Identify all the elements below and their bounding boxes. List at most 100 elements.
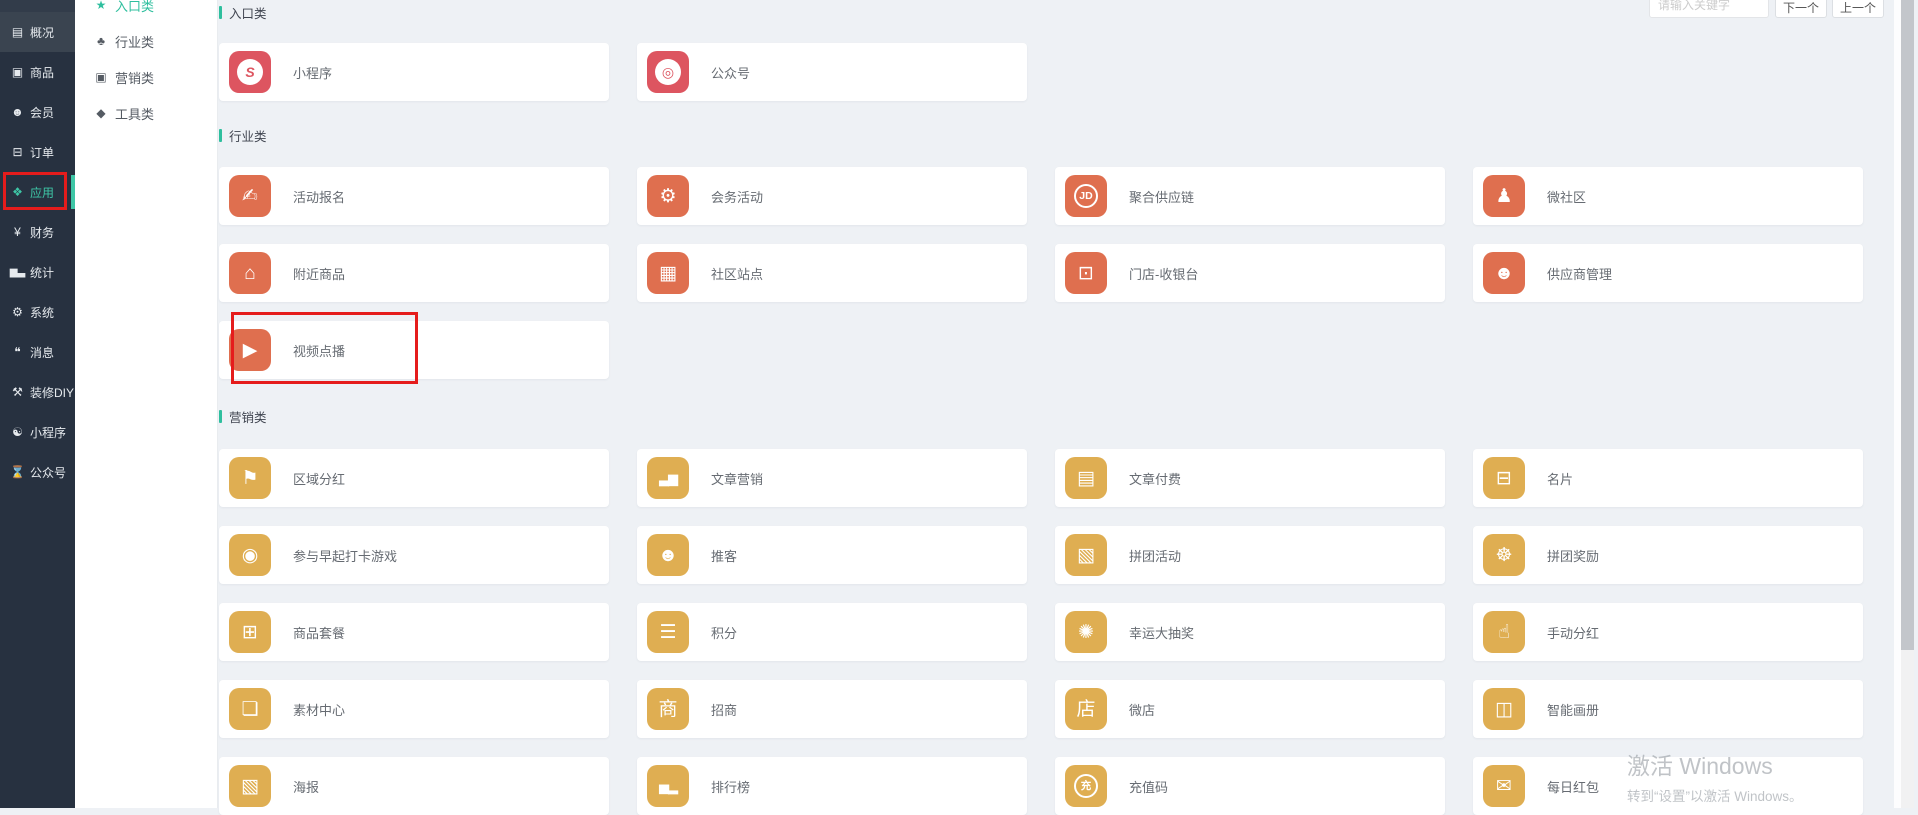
app-card-recharge-code[interactable]: 充充值码 [1055,757,1445,815]
section-grid-entry: S小程序 ◎公众号 [219,43,1879,101]
app-card-conference[interactable]: ⚙ 会务活动 [637,167,1027,225]
sidebar-item-stats[interactable]: ▆▃统计 [0,252,75,292]
app-card-weidian[interactable]: 店微店 [1055,680,1445,738]
sitemap-icon: ♣ [93,34,109,48]
app-card-label: 门店-收银台 [1129,264,1198,283]
app-card-article-marketing[interactable]: ▃▆文章营销 [637,449,1027,507]
sidebar-item-label: 订单 [30,144,54,161]
sidebar-item-mini-program[interactable]: ☯ 小程序 [0,412,75,452]
app-card-community-site[interactable]: ▦社区站点 [637,244,1027,302]
jd-cycle-icon-inner: JD [1074,184,1098,208]
bar-chart-icon: ▆▃ [9,267,26,278]
app-card-label: 公众号 [711,63,750,82]
open-book-icon: ◫ [1483,688,1525,730]
wechat-bubbles-icon: ☯ [9,425,26,439]
sidebar-item-members[interactable]: ☻会员 [0,92,75,132]
comment-icon: ❝ [9,345,26,359]
scrollbar-thumb[interactable] [1901,0,1914,650]
shang-char-icon-glyph: 商 [658,700,677,719]
shang-char-icon: 商 [647,688,689,730]
chong-char-icon-inner: 充 [1074,774,1098,798]
app-card-label: 智能画册 [1547,700,1599,719]
sidebar-item-messages[interactable]: ❝ 消息 [0,332,75,372]
app-card-daily-redpacket[interactable]: ✉ 每日红包 [1473,757,1863,815]
golf-flag-icon-glyph: ⚑ [241,469,258,488]
app-card-ranking[interactable]: ▅▂排行榜 [637,757,1027,815]
gear-icon: ⚙ [647,175,689,217]
app-card-zhaoshang[interactable]: 商招商 [637,680,1027,738]
sidebar-item-orders[interactable]: ⊟订单 [0,132,75,172]
app-card-manual-dividend[interactable]: ☝手动分红 [1473,603,1863,661]
picture-icon-glyph: ▧ [1077,546,1095,565]
app-card-material-center[interactable]: ❏素材中心 [219,680,609,738]
folder-icon: ❏ [229,688,271,730]
sidebar-item-apps[interactable]: ❖应用 [0,172,75,212]
app-card-morning-checkin[interactable]: ◉参与早起打卡游戏 [219,526,609,584]
content-right-gap [1894,0,1901,808]
app-card-label: 会务活动 [711,187,763,206]
app-card-video-on-demand[interactable]: ▶视频点播 [219,321,609,379]
app-card-region-dividend[interactable]: ⚑区域分红 [219,449,609,507]
hammer-icon: ⚒ [9,385,26,399]
app-card-lucky-draw[interactable]: ✺幸运大抽奖 [1055,603,1445,661]
app-card-mini-program[interactable]: S小程序 [219,43,609,101]
shopping-bag-pin-icon-glyph: ⌂ [244,264,255,283]
id-card-icon: ⊟ [1483,457,1525,499]
sidebar-item-diy[interactable]: ⚒装修DIY [0,372,75,412]
app-card-label: 商品套餐 [293,623,345,642]
app-card-article-pay[interactable]: ▤文章付费 [1055,449,1445,507]
category-item-industry[interactable]: ♣行业类 [75,23,217,59]
red-envelope-icon: ✉ [1483,765,1525,807]
category-item-entry[interactable]: ★入口类 [75,0,217,23]
app-card-supplier-mgmt[interactable]: ☻供应商管理 [1473,244,1863,302]
sidebar-item-goods[interactable]: ▣商品 [0,52,75,92]
app-card-jd-supply-chain[interactable]: JD聚合供应链 [1055,167,1445,225]
package-picture-icon-glyph: ⊞ [242,623,258,642]
app-card-activity-signup[interactable]: ✍活动报名 [219,167,609,225]
app-card-groupon-activity[interactable]: ▧拼团活动 [1055,526,1445,584]
app-card-nearby-goods[interactable]: ⌂ 附近商品 [219,244,609,302]
folder-icon-glyph: ❏ [241,700,258,719]
category-item-label: 工具类 [115,104,154,123]
app-card-store-cashier[interactable]: ⊡门店-收银台 [1055,244,1445,302]
app-card-label: 附近商品 [293,264,345,283]
app-card-tuike[interactable]: ☻推客 [637,526,1027,584]
app-card-groupon-reward[interactable]: ☸拼团奖励 [1473,526,1863,584]
category-item-tools[interactable]: ◆工具类 [75,95,217,131]
golf-flag-icon: ⚑ [229,457,271,499]
app-card-business-card[interactable]: ⊟名片 [1473,449,1863,507]
app-card-label: 每日红包 [1547,777,1599,796]
sidebar-item-label: 小程序 [30,424,66,441]
sidebar-item-overview[interactable]: ▤概况 [0,12,75,52]
open-book-icon-glyph: ◫ [1495,700,1513,719]
section-entry: 入口类S小程序◎公众号 [219,4,1879,101]
star-icon: ★ [93,0,109,12]
app-card-label: 文章付费 [1129,469,1181,488]
sidebar-top-strip [0,0,75,12]
scrollbar-track[interactable] [1901,0,1914,808]
sidebar-item-system[interactable]: ⚙系统 [0,292,75,332]
sidebar-item-label: 商品 [30,64,54,81]
sidebar-item-finance[interactable]: ¥财务 [0,212,75,252]
app-card-label: 参与早起打卡游戏 [293,546,397,565]
section-industry: 行业类✍活动报名⚙会务活动JD聚合供应链♟微社区⌂附近商品▦社区站点⊡门店-收银… [219,127,1879,379]
section-grid-industry: ✍活动报名 ⚙ 会务活动 JD聚合供应链 ♟微社区 ⌂ 附近商品 ▦社区站点 ⊡门店-收银台 ☻供… [219,167,1879,379]
section-accent-bar [219,129,222,142]
app-card-official-account[interactable]: ◎公众号 [637,43,1027,101]
app-card-poster[interactable]: ▧海报 [219,757,609,815]
section-marketing: 营销类⚑区域分红▃▆文章营销▤文章付费⊟名片◉参与早起打卡游戏☻推客▧拼团活动☸… [219,408,1879,815]
overview-icon: ▤ [9,25,26,39]
app-card-smart-album[interactable]: ◫ 智能画册 [1473,680,1863,738]
app-card-label: 手动分红 [1547,623,1599,642]
sidebar-item-label: 消息 [30,344,54,361]
poster-picture-icon-glyph: ▧ [241,777,259,796]
app-card-points[interactable]: ☰积分 [637,603,1027,661]
category-item-marketing[interactable]: ▣营销类 [75,59,217,95]
app-card-goods-package[interactable]: ⊞ 商品套餐 [219,603,609,661]
users-icon: ☻ [9,105,26,119]
app-card-label: 活动报名 [293,187,345,206]
hourglass-icon: ⌛ [9,465,26,479]
app-card-wecommunity[interactable]: ♟微社区 [1473,167,1863,225]
yen-icon: ¥ [9,225,26,239]
sidebar-item-official-account[interactable]: ⌛公众号 [0,452,75,492]
